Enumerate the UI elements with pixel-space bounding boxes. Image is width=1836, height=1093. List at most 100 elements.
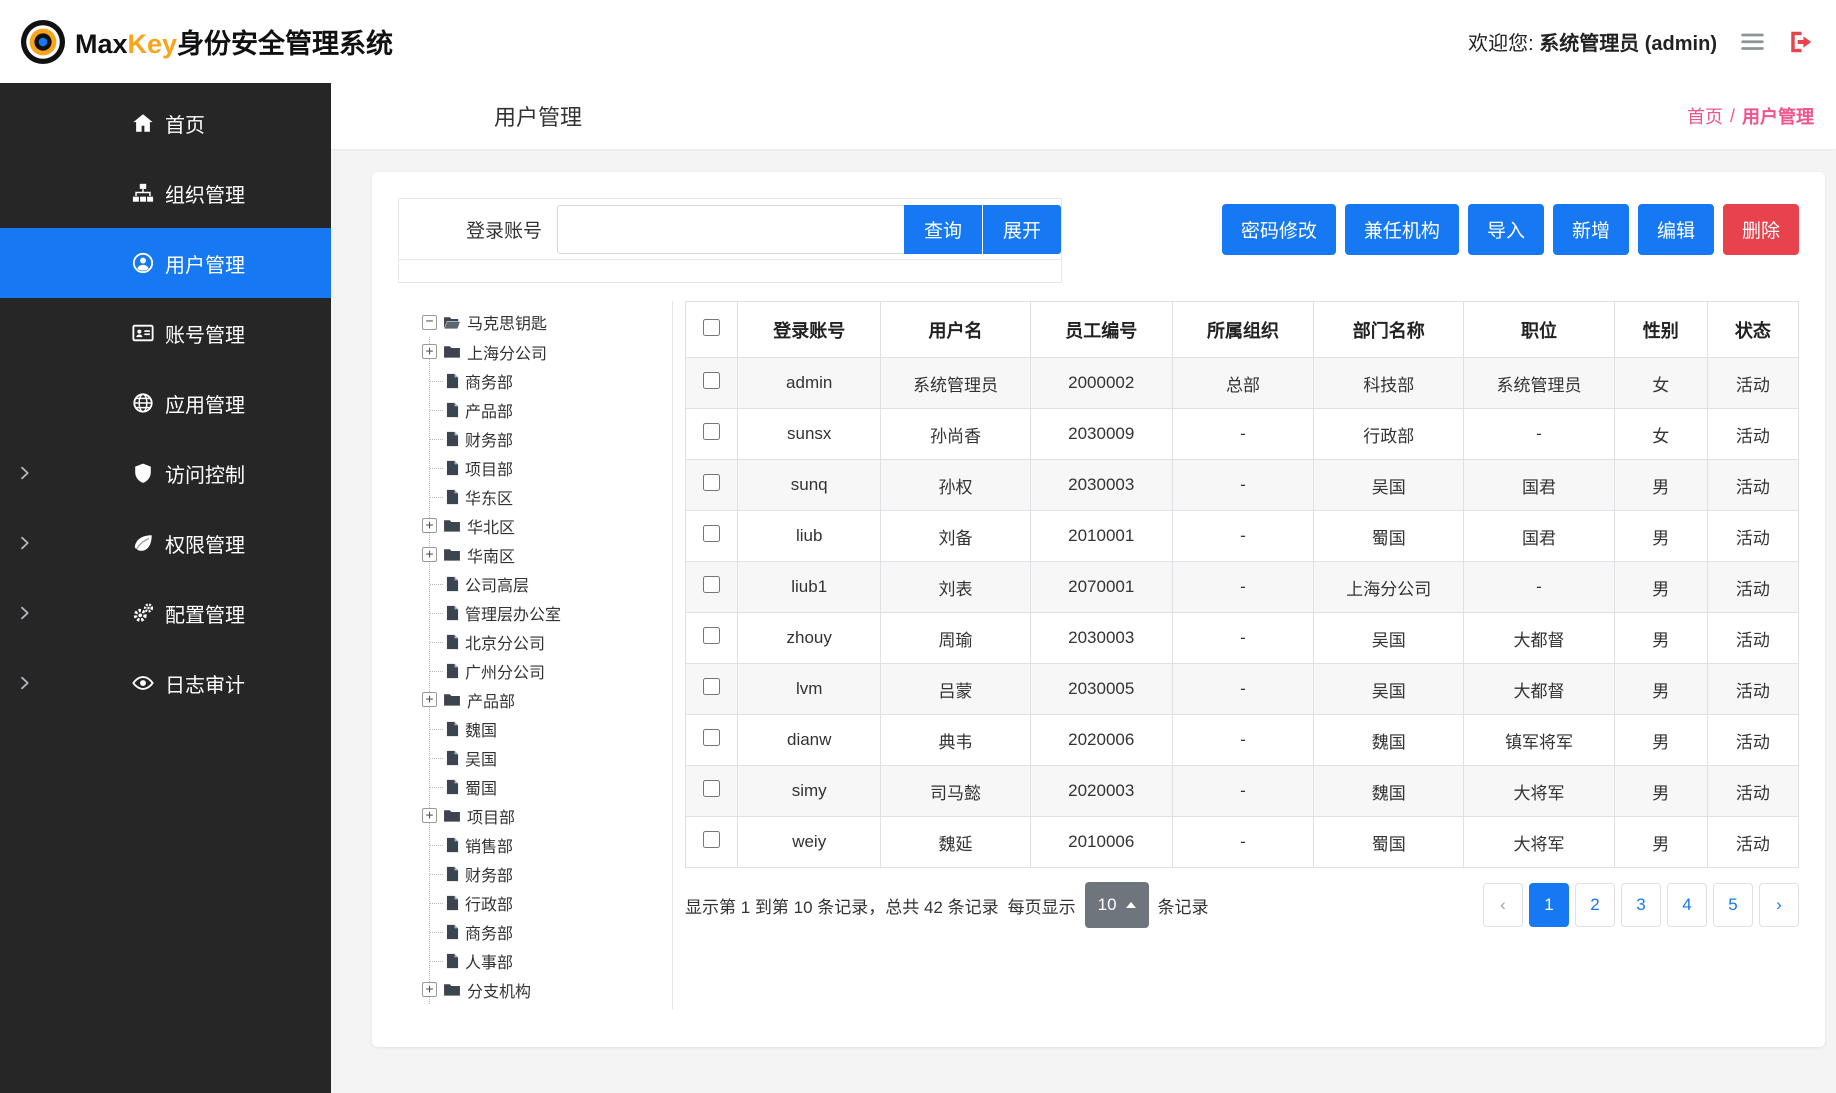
table-row[interactable]: sunsx孙尚香2030009-行政部-女活动 <box>686 409 1799 460</box>
login-account-input[interactable] <box>557 205 904 254</box>
tree-node[interactable]: 商务部 <box>430 917 672 946</box>
table-row[interactable]: lvm吕蒙2030005-吴国大都督男活动 <box>686 664 1799 715</box>
row-checkbox[interactable] <box>703 576 720 593</box>
tree-node[interactable]: 管理层办公室 <box>430 598 672 627</box>
sidebar-item-apps[interactable]: 应用管理 <box>0 368 331 438</box>
query-button[interactable]: 查询 <box>904 205 982 254</box>
logout-icon[interactable] <box>1788 29 1814 55</box>
row-checkbox[interactable] <box>703 678 720 695</box>
user-table: 登录账号用户名员工编号所属组织部门名称职位性别状态 admin系统管理员2000… <box>685 301 1799 868</box>
row-checkbox[interactable] <box>703 372 720 389</box>
page-button-2[interactable]: 2 <box>1575 883 1615 927</box>
row-checkbox[interactable] <box>703 423 720 440</box>
tree-node[interactable]: +上海分公司 <box>430 337 672 366</box>
row-checkbox[interactable] <box>703 831 720 848</box>
row-checkbox[interactable] <box>703 780 720 797</box>
tree-node[interactable]: 产品部 <box>430 395 672 424</box>
top-header: MaxKey身份安全管理系统 欢迎您: 系统管理员 (admin) <box>0 0 1836 83</box>
cell: 2030003 <box>1030 460 1172 511</box>
table-row[interactable]: liub1刘表2070001-上海分公司-男活动 <box>686 562 1799 613</box>
tree-node[interactable]: 蜀国 <box>430 772 672 801</box>
tree-node[interactable]: 北京分公司 <box>430 627 672 656</box>
tree-expand-toggle[interactable]: + <box>422 344 437 359</box>
tree-node[interactable]: 销售部 <box>430 830 672 859</box>
sidebar-item-audit[interactable]: 日志审计 <box>0 648 331 718</box>
tree-node[interactable]: 商务部 <box>430 366 672 395</box>
row-checkbox[interactable] <box>703 525 720 542</box>
tree-node[interactable]: 行政部 <box>430 888 672 917</box>
sidebar-item-config[interactable]: 配置管理 <box>0 578 331 648</box>
tree-expand-toggle[interactable]: + <box>422 692 437 707</box>
file-icon <box>446 953 459 969</box>
expand-button[interactable]: 展开 <box>983 205 1061 254</box>
table-row[interactable]: weiy魏延2010006-蜀国大将军男活动 <box>686 817 1799 868</box>
tree-node[interactable]: +项目部 <box>430 801 672 830</box>
tree-collapse-toggle[interactable]: − <box>422 315 437 330</box>
tree-node[interactable]: 人事部 <box>430 946 672 975</box>
password-modify-button[interactable]: 密码修改 <box>1222 204 1336 255</box>
sidebar-item-accounts[interactable]: 账号管理 <box>0 298 331 368</box>
page-button-3[interactable]: 3 <box>1621 883 1661 927</box>
tree-expand-toggle[interactable]: + <box>422 982 437 997</box>
page-button-5[interactable]: 5 <box>1713 883 1753 927</box>
tree-node[interactable]: +产品部 <box>430 685 672 714</box>
file-icon <box>446 895 459 911</box>
sidebar-item-org[interactable]: 组织管理 <box>0 158 331 228</box>
page-size-dropdown[interactable]: 10 <box>1085 882 1149 928</box>
tree-expand-toggle[interactable]: + <box>422 518 437 533</box>
row-check-cell <box>686 511 738 562</box>
select-all-checkbox[interactable] <box>703 319 720 336</box>
page-button-1[interactable]: 1 <box>1529 883 1569 927</box>
tree-node[interactable]: 财务部 <box>430 859 672 888</box>
table-row[interactable]: dianw典韦2020006-魏国镇军将军男活动 <box>686 715 1799 766</box>
row-checkbox[interactable] <box>703 729 720 746</box>
menu-toggle-icon[interactable] <box>1739 28 1766 55</box>
tree-node[interactable]: 财务部 <box>430 424 672 453</box>
tree-node[interactable]: 项目部 <box>430 453 672 482</box>
tree-node[interactable]: 公司高层 <box>430 569 672 598</box>
cell: 活动 <box>1707 511 1798 562</box>
breadcrumb-home-link[interactable]: 首页 <box>1687 103 1723 129</box>
tree-node[interactable]: 魏国 <box>430 714 672 743</box>
sidebar-item-label: 访问控制 <box>165 459 245 488</box>
sidebar-item-users[interactable]: 用户管理 <box>0 228 331 298</box>
tree-node-label: 管理层办公室 <box>465 601 561 625</box>
import-button[interactable]: 导入 <box>1468 204 1544 255</box>
cell: 活动 <box>1707 460 1798 511</box>
cell: 科技部 <box>1314 358 1464 409</box>
row-checkbox[interactable] <box>703 627 720 644</box>
edit-button[interactable]: 编辑 <box>1638 204 1714 255</box>
tree-root-node[interactable]: −马克思钥匙 <box>422 307 672 337</box>
page-next-button[interactable]: › <box>1759 883 1799 927</box>
concurrent-org-button[interactable]: 兼任机构 <box>1345 204 1459 255</box>
delete-button[interactable]: 删除 <box>1723 204 1799 255</box>
page-button-4[interactable]: 4 <box>1667 883 1707 927</box>
table-row[interactable]: simy司马懿2020003-魏国大将军男活动 <box>686 766 1799 817</box>
tree-expand-toggle[interactable]: + <box>422 808 437 823</box>
tree-node[interactable]: +华南区 <box>430 540 672 569</box>
sidebar-item-access-control[interactable]: 访问控制 <box>0 438 331 508</box>
tree-expand-toggle[interactable]: + <box>422 547 437 562</box>
cell: 大都督 <box>1464 613 1614 664</box>
page-size-value: 10 <box>1098 895 1117 915</box>
add-button[interactable]: 新增 <box>1553 204 1629 255</box>
page-prev-button[interactable]: ‹ <box>1483 883 1523 927</box>
tree-node[interactable]: 吴国 <box>430 743 672 772</box>
table-row[interactable]: admin系统管理员2000002总部科技部系统管理员女活动 <box>686 358 1799 409</box>
sidebar-item-home[interactable]: 首页 <box>0 88 331 158</box>
row-checkbox[interactable] <box>703 474 720 491</box>
sidebar-item-permissions[interactable]: 权限管理 <box>0 508 331 578</box>
tree-node[interactable]: 华东区 <box>430 482 672 511</box>
cell: 2030003 <box>1030 613 1172 664</box>
table-row[interactable]: sunq孙权2030003-吴国国君男活动 <box>686 460 1799 511</box>
tree-node[interactable]: 广州分公司 <box>430 656 672 685</box>
cell: 孙尚香 <box>881 409 1030 460</box>
column-header: 登录账号 <box>738 302 881 358</box>
folder-open-icon <box>443 315 461 330</box>
table-row[interactable]: zhouy周瑜2030003-吴国大都督男活动 <box>686 613 1799 664</box>
cell: - <box>1172 613 1313 664</box>
tree-node[interactable]: +分支机构 <box>430 975 672 1004</box>
cell: simy <box>738 766 881 817</box>
tree-node[interactable]: +华北区 <box>430 511 672 540</box>
table-row[interactable]: liub刘备2010001-蜀国国君男活动 <box>686 511 1799 562</box>
